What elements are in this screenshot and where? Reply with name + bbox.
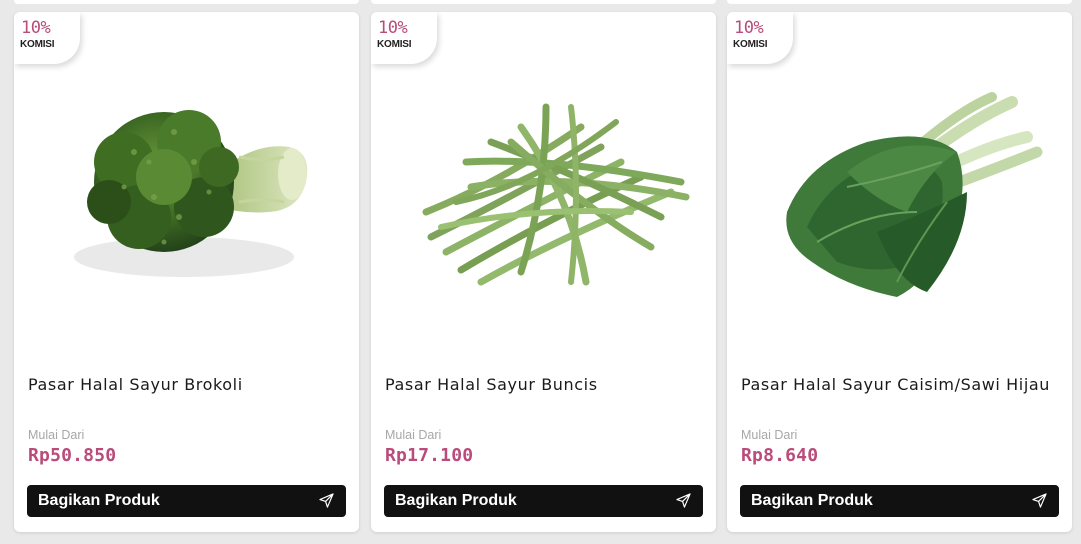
price-prefix: Mulai Dari [741, 428, 798, 442]
commission-percent: 10% [734, 18, 764, 38]
broccoli-image[interactable] [14, 12, 359, 357]
share-button-label: Bagikan Produk [751, 492, 873, 509]
product-title[interactable]: Pasar Halal Sayur Brokoli [28, 374, 346, 396]
share-product-button[interactable]: Bagikan Produk [384, 485, 703, 517]
price-prefix: Mulai Dari [28, 428, 85, 442]
commission-badge: 10% KOMISI [727, 12, 793, 64]
commission-badge: 10% KOMISI [371, 12, 437, 64]
share-button-label: Bagikan Produk [38, 492, 160, 509]
product-title[interactable]: Pasar Halal Sayur Buncis [385, 374, 703, 396]
commission-badge: 10% KOMISI [14, 12, 80, 64]
commission-percent: 10% [378, 18, 408, 38]
product-card[interactable]: 10% KOMISI Pasar Halal Sayur Caisim/Sawi… [727, 12, 1072, 532]
previous-row-card-edge [14, 0, 359, 4]
product-card[interactable]: 10% KOMISI Pasar Halal Sayur Buncis Mula… [371, 12, 716, 532]
product-card[interactable]: 10% KOMISI Pasar Halal Sayur Brokoli Mul… [14, 12, 359, 532]
commission-label: KOMISI [733, 39, 768, 50]
product-title[interactable]: Pasar Halal Sayur Caisim/Sawi Hijau [741, 374, 1059, 396]
send-icon [319, 493, 334, 508]
commission-percent: 10% [21, 18, 51, 38]
price-prefix: Mulai Dari [385, 428, 442, 442]
product-price: Rp8.640 [741, 445, 819, 466]
share-product-button[interactable]: Bagikan Produk [740, 485, 1059, 517]
previous-row-card-edge [371, 0, 716, 4]
green-beans-image[interactable] [371, 12, 716, 357]
send-icon [1032, 493, 1047, 508]
commission-label: KOMISI [377, 39, 412, 50]
caisim-image[interactable] [727, 12, 1072, 357]
previous-row-card-edge [727, 0, 1072, 4]
share-product-button[interactable]: Bagikan Produk [27, 485, 346, 517]
send-icon [676, 493, 691, 508]
commission-label: KOMISI [20, 39, 55, 50]
product-price: Rp50.850 [28, 445, 117, 466]
product-price: Rp17.100 [385, 445, 474, 466]
share-button-label: Bagikan Produk [395, 492, 517, 509]
